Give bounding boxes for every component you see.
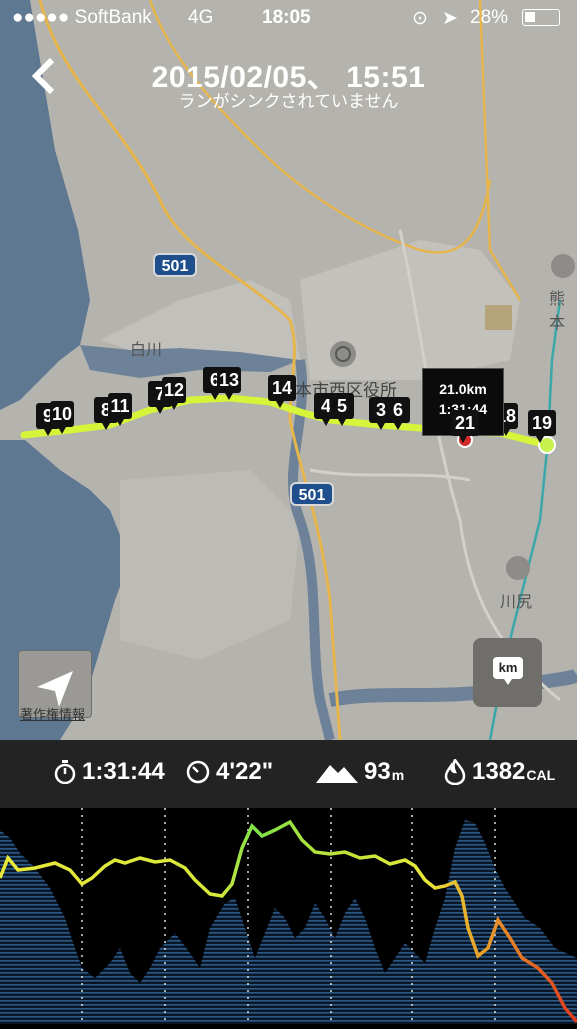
clock: 18:05 — [262, 7, 311, 28]
km-marker[interactable]: 19 — [528, 410, 556, 443]
km-marker[interactable]: 6 — [386, 397, 410, 430]
station-label-kumamoto: 熊本 — [549, 291, 566, 332]
calories-value: 1382 — [472, 758, 526, 785]
pace-stat: 4'22" — [186, 758, 273, 786]
km-label: km — [493, 657, 523, 685]
duration-value: 1:31:44 — [82, 758, 165, 785]
battery-percent: 28% — [470, 7, 509, 28]
speedometer-icon — [186, 760, 210, 784]
elevation-area — [0, 820, 577, 1024]
status-bar: ●●●●● SoftBank 4G 18:05 ⊙ ➤ 28% — [0, 0, 577, 36]
route-map[interactable]: ●●●●● SoftBank 4G 18:05 ⊙ ➤ 28% 2015/02/… — [0, 0, 577, 740]
km-marker[interactable]: 11 — [108, 393, 132, 426]
network-label: 4G — [188, 7, 214, 28]
graph-canvas — [0, 808, 577, 1024]
river-label: 白川 — [130, 342, 163, 359]
location-arrow-icon: ➤ — [442, 8, 458, 29]
carrier-label: ●●●●● SoftBank — [12, 7, 152, 28]
tooltip-distance: 21.0km — [439, 381, 487, 397]
pace-elevation-graph[interactable] — [0, 808, 577, 1024]
mountain-icon — [316, 765, 358, 783]
rotation-lock-icon: ⊙ — [412, 8, 428, 29]
calories-unit: CAL — [526, 767, 556, 783]
road-badge: 501 — [290, 482, 334, 506]
km-marker[interactable]: 5 — [330, 393, 354, 426]
duration-stat: 1:31:44 — [54, 758, 165, 786]
km-marker[interactable]: 10 — [50, 401, 74, 434]
elevation-value: 93 — [364, 758, 391, 785]
flame-icon — [444, 759, 466, 785]
unit-toggle-button[interactable]: km — [473, 638, 542, 707]
stats-bar: 1:31:44 4'22" 93 m 1382 CAL — [0, 740, 577, 808]
km-marker[interactable]: 12 — [162, 377, 186, 410]
battery-icon — [522, 9, 560, 26]
km-marker[interactable]: 14 — [268, 375, 296, 408]
elevation-stat: 93 m — [316, 758, 404, 786]
calories-stat: 1382 CAL — [444, 758, 555, 786]
km-marker[interactable]: 13 — [217, 367, 241, 400]
sync-status-text: ランがシンクされていません — [178, 92, 399, 111]
pace-value: 4'22" — [216, 758, 274, 785]
stopwatch-icon — [54, 760, 76, 784]
copyright-link[interactable]: 著作権情報 — [20, 704, 85, 723]
km-marker[interactable]: 21 — [451, 410, 479, 443]
station-label-kawashiri: 川尻 — [500, 594, 533, 611]
road-badge: 501 — [153, 253, 197, 277]
elevation-unit: m — [391, 767, 405, 783]
